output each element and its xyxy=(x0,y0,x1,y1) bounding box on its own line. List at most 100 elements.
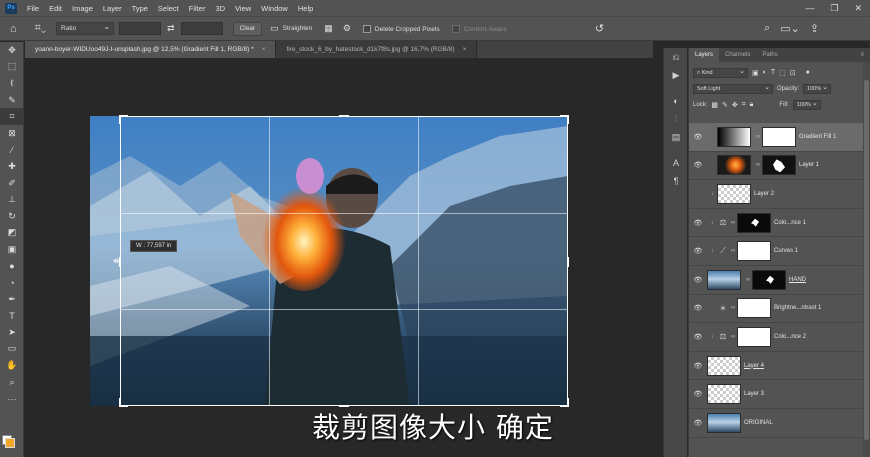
straighten-icon[interactable]: ▭ xyxy=(270,23,279,34)
grid-overlay-icon[interactable]: ▦ xyxy=(324,23,333,34)
layer-row[interactable]: 👁︎ ∞ Layer 1 xyxy=(689,152,870,181)
brush-tool-icon[interactable]: ✐ xyxy=(0,175,24,192)
layer-mask-thumbnail[interactable] xyxy=(737,241,771,262)
filter-kind-select[interactable]: ⌕ Kind xyxy=(693,67,748,78)
layer-row[interactable]: 👁︎ Layer 3 xyxy=(689,380,870,409)
menu-edit[interactable]: Edit xyxy=(44,4,67,13)
more-tools-icon[interactable]: ··· xyxy=(0,390,24,407)
zoom-tool-icon[interactable]: ⌕ xyxy=(0,374,24,391)
tab-paths[interactable]: Paths xyxy=(756,48,783,62)
menu-file[interactable]: File xyxy=(22,4,44,13)
swap-icon[interactable]: ⇄ xyxy=(167,23,175,34)
search-icon[interactable]: ⌕ xyxy=(764,22,770,35)
visibility-eye-icon[interactable]: 👁︎ xyxy=(689,333,707,341)
menu-view[interactable]: View xyxy=(230,4,256,13)
fill-input[interactable]: 100% xyxy=(792,99,821,110)
filter-toggle-icon[interactable]: ● xyxy=(806,69,810,76)
lock-position-icon[interactable]: ✥ xyxy=(732,101,738,109)
minimize-icon[interactable]: — xyxy=(805,3,814,13)
quick-select-tool-icon[interactable]: ✎ xyxy=(0,92,24,109)
crop-tool-preset-icon[interactable]: ⌗⌄ xyxy=(35,22,46,35)
close-icon[interactable]: ✕ xyxy=(854,3,862,14)
history-panel-icon[interactable]: ⎌ xyxy=(664,48,688,66)
visibility-eye-icon[interactable]: 👁︎ xyxy=(689,161,707,169)
visibility-eye-icon[interactable]: 👁︎ xyxy=(689,247,707,255)
width-input[interactable] xyxy=(119,22,162,35)
layer-row[interactable]: 👁︎ ∞ Gradient Fill 1 xyxy=(689,123,870,152)
layer-mask-thumbnail[interactable] xyxy=(762,126,796,147)
crop-tool-icon[interactable]: ⌗ xyxy=(0,108,24,125)
panel-menu-icon[interactable]: ≡ xyxy=(854,48,870,62)
menu-3d[interactable]: 3D xyxy=(210,4,230,13)
layer-row[interactable]: 👁︎ ↓ ⟋ ∞ Curves 1 xyxy=(689,237,870,266)
foreground-color-swatch[interactable] xyxy=(5,438,15,448)
hand-tool-icon[interactable]: ✋ xyxy=(0,357,24,374)
content-aware-checkbox[interactable]: Content-Aware xyxy=(451,24,507,33)
lasso-tool-icon[interactable]: ℓ xyxy=(0,75,24,92)
crop-handle-bottom-left[interactable] xyxy=(119,398,128,407)
menu-filter[interactable]: Filter xyxy=(184,4,211,13)
layer-row[interactable]: 👁︎ ↓ ⚖ ∞ Colo...nce 2 xyxy=(689,323,870,352)
crop-handle-right[interactable] xyxy=(567,257,569,267)
move-tool-icon[interactable]: ✥ xyxy=(0,42,24,59)
paragraph-panel-icon[interactable]: ¶ xyxy=(664,172,688,190)
filter-adjustment-icon[interactable]: ◐ xyxy=(763,69,767,76)
blend-mode-select[interactable]: Soft Light xyxy=(693,83,773,94)
layer-row[interactable]: 👁︎ ☀ ∞ Brightne...ntrast 1 xyxy=(689,295,870,324)
crop-handle-top[interactable] xyxy=(339,115,349,117)
layer-row[interactable]: ↓ Layer 2 xyxy=(689,180,870,209)
visibility-eye-icon[interactable]: 👁︎ xyxy=(689,419,707,427)
eyedropper-tool-icon[interactable]: ⁄ xyxy=(0,142,24,159)
maximize-icon[interactable]: ❐ xyxy=(830,3,838,14)
filter-smart-object-icon[interactable]: ⊡ xyxy=(790,69,796,77)
layer-mask-thumbnail[interactable] xyxy=(762,155,796,176)
share-icon[interactable]: ⇪ xyxy=(810,22,819,35)
crop-handle-top-right[interactable] xyxy=(560,115,569,124)
properties-panel-icon[interactable]: ⫶ xyxy=(664,110,688,128)
path-selection-tool-icon[interactable]: ➤ xyxy=(0,324,24,341)
clear-button[interactable]: Clear xyxy=(232,21,263,36)
opacity-input[interactable]: 100% xyxy=(803,83,832,94)
layers-scrollbar[interactable] xyxy=(863,62,870,457)
layer-row[interactable]: 👁︎ ↓ ⚖ ∞ Colo...nce 1 xyxy=(689,209,870,238)
actions-panel-icon[interactable]: ▶ xyxy=(664,66,688,84)
filter-shape-icon[interactable]: ⬚ xyxy=(779,69,786,77)
menu-layer[interactable]: Layer xyxy=(98,4,127,13)
layer-row[interactable]: 👁︎ ∞ HAND xyxy=(689,266,870,295)
visibility-eye-icon[interactable]: 👁︎ xyxy=(689,390,707,398)
gradient-tool-icon[interactable]: ▣ xyxy=(0,241,24,258)
frame-tool-icon[interactable]: ⊠ xyxy=(0,125,24,142)
dodge-tool-icon[interactable]: ◔ xyxy=(0,274,24,291)
visibility-eye-icon[interactable]: 👁︎ xyxy=(689,133,707,141)
layer-row[interactable]: 👁︎ ORIGINAL xyxy=(689,409,870,438)
lock-transparent-icon[interactable]: ▩ xyxy=(711,101,718,109)
document-tab-active[interactable]: yoann-boyer-WIDUoo49J-I-unsplash.jpg @ 1… xyxy=(25,41,277,58)
blur-tool-icon[interactable]: ● xyxy=(0,258,24,275)
menu-type[interactable]: Type xyxy=(127,4,153,13)
layer-mask-thumbnail[interactable] xyxy=(737,326,771,347)
menu-select[interactable]: Select xyxy=(153,4,184,13)
filter-pixel-icon[interactable]: ▣ xyxy=(752,69,759,77)
libraries-panel-icon[interactable]: ▤ xyxy=(664,128,688,146)
character-panel-icon[interactable]: A xyxy=(664,154,688,172)
close-tab-icon[interactable]: × xyxy=(463,46,467,53)
layer-mask-thumbnail[interactable] xyxy=(737,212,771,233)
lock-artboard-icon[interactable]: ⌗ xyxy=(742,101,746,109)
scrollbar-thumb[interactable] xyxy=(864,80,869,440)
history-brush-tool-icon[interactable]: ↻ xyxy=(0,208,24,225)
filter-type-icon[interactable]: T xyxy=(771,69,775,76)
clone-stamp-tool-icon[interactable]: ⊥ xyxy=(0,191,24,208)
straighten-button[interactable]: Straighten xyxy=(283,25,313,32)
healing-brush-tool-icon[interactable]: ✚ xyxy=(0,158,24,175)
adjustments-panel-icon[interactable]: ◐ xyxy=(664,92,688,110)
visibility-eye-icon[interactable]: 👁︎ xyxy=(689,219,707,227)
close-tab-icon[interactable]: × xyxy=(262,46,266,53)
crop-handle-top-left[interactable] xyxy=(119,115,128,124)
crop-handle-bottom-right[interactable] xyxy=(560,398,569,407)
menu-image[interactable]: Image xyxy=(67,4,98,13)
type-tool-icon[interactable]: T xyxy=(0,308,24,325)
ratio-select[interactable]: Ratio xyxy=(56,22,115,35)
lock-all-icon[interactable]: 🔒︎ xyxy=(750,101,754,109)
home-icon[interactable]: ⌂ xyxy=(10,23,17,35)
tab-layers[interactable]: Layers xyxy=(689,48,720,62)
